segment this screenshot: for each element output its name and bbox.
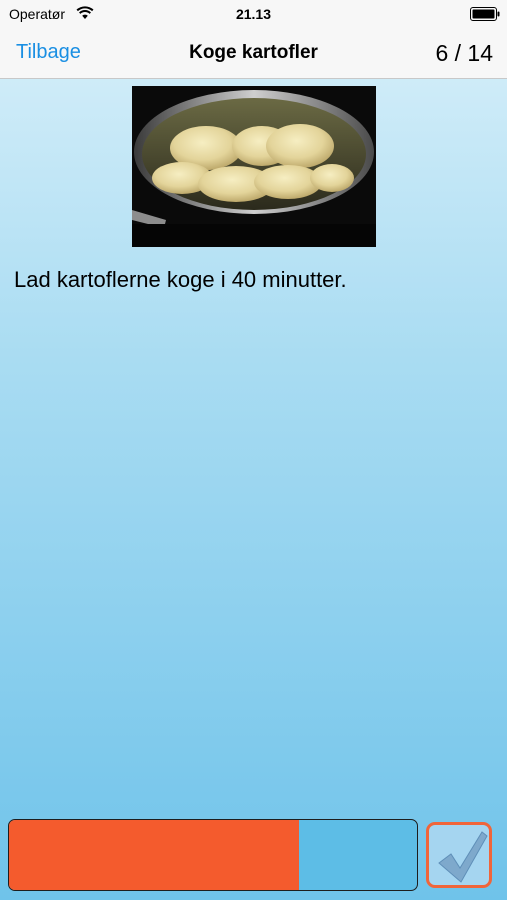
progress-fill bbox=[9, 820, 299, 890]
checkmark-icon bbox=[438, 831, 488, 883]
progress-bar[interactable] bbox=[8, 819, 418, 891]
potatoes-boiling-photo bbox=[132, 86, 376, 247]
battery-icon bbox=[470, 7, 500, 21]
status-bar: Operatør 21.13 bbox=[0, 0, 507, 30]
done-button[interactable] bbox=[426, 822, 492, 888]
page-title: Koge kartofler bbox=[189, 42, 318, 63]
clock: 21.13 bbox=[235, 6, 272, 22]
step-counter: 6 / 14 bbox=[435, 40, 493, 66]
step-photo bbox=[132, 86, 376, 247]
step-instruction: Lad kartoflerne koge i 40 minutter. bbox=[14, 267, 347, 292]
navigation-bar: Tilbage Koge kartofler 6 / 14 bbox=[0, 30, 507, 79]
